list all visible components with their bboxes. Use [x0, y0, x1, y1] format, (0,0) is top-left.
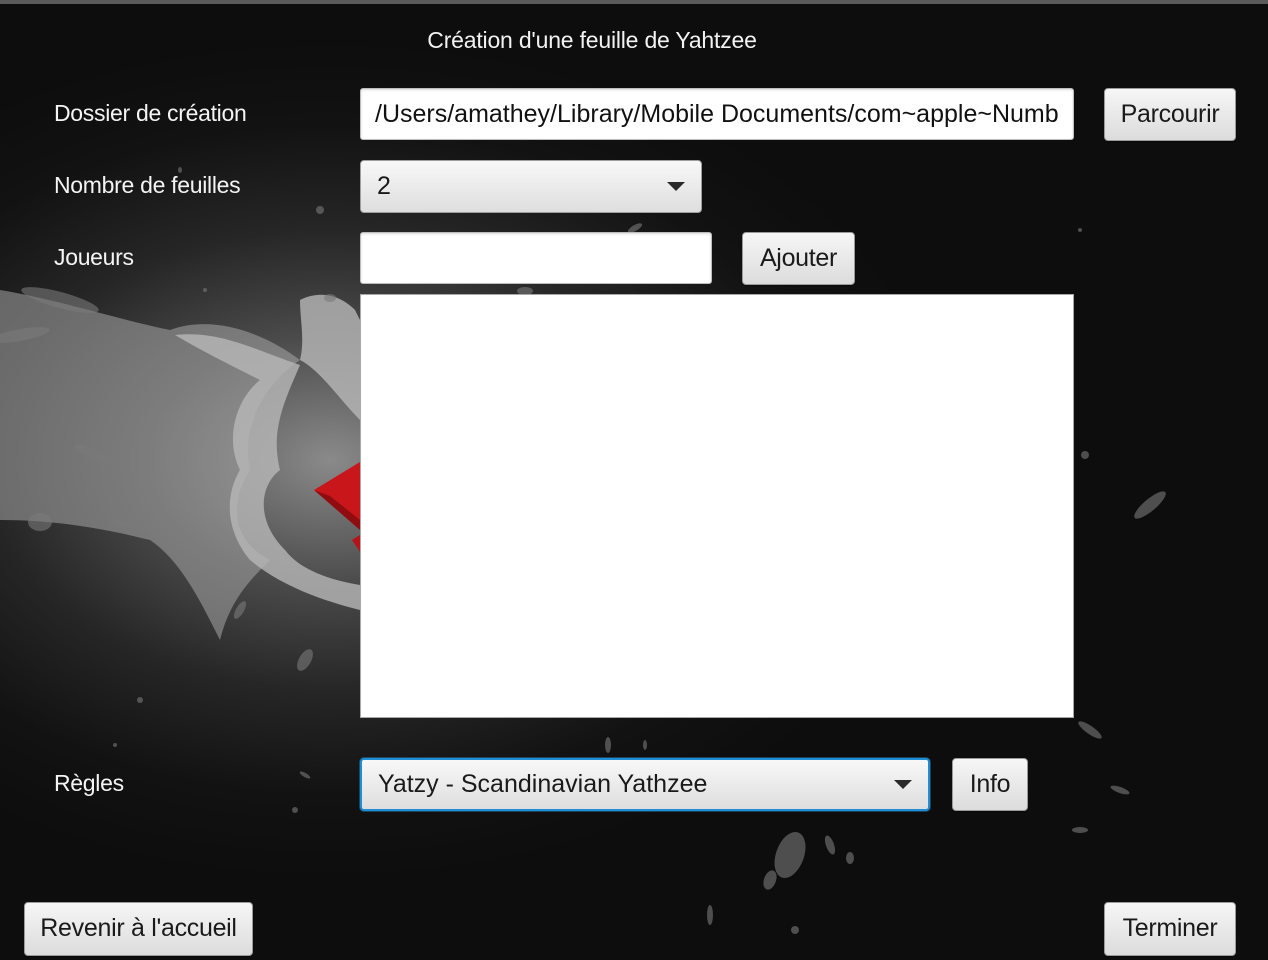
players-list[interactable]: [360, 294, 1074, 718]
browse-button[interactable]: Parcourir: [1104, 88, 1236, 141]
chevron-down-icon: [667, 182, 685, 191]
rules-select[interactable]: Yatzy - Scandinavian Yathzee: [360, 758, 930, 811]
add-player-button[interactable]: Ajouter: [742, 232, 855, 285]
page-title: Création d'une feuille de Yahtzee: [427, 27, 757, 53]
sheets-count-label: Nombre de feuilles: [54, 172, 241, 198]
sheets-count-select[interactable]: 2: [360, 160, 702, 213]
finish-button[interactable]: Terminer: [1104, 902, 1236, 956]
folder-label: Dossier de création: [54, 100, 247, 126]
rules-selected-value: Yatzy - Scandinavian Yathzee: [378, 770, 708, 798]
sheets-count-value: 2: [377, 172, 391, 200]
chevron-down-icon: [894, 780, 912, 789]
player-name-input[interactable]: [360, 232, 712, 284]
folder-path-field[interactable]: /Users/amathey/Library/Mobile Documents/…: [360, 88, 1074, 140]
players-label: Joueurs: [54, 244, 134, 270]
yahtzee-sheet-creation-window: Création d'une feuille de Yahtzee Dossie…: [0, 0, 1268, 960]
back-to-home-button[interactable]: Revenir à l'accueil: [24, 902, 253, 956]
rules-info-button[interactable]: Info: [952, 758, 1028, 811]
rules-label: Règles: [54, 770, 124, 796]
